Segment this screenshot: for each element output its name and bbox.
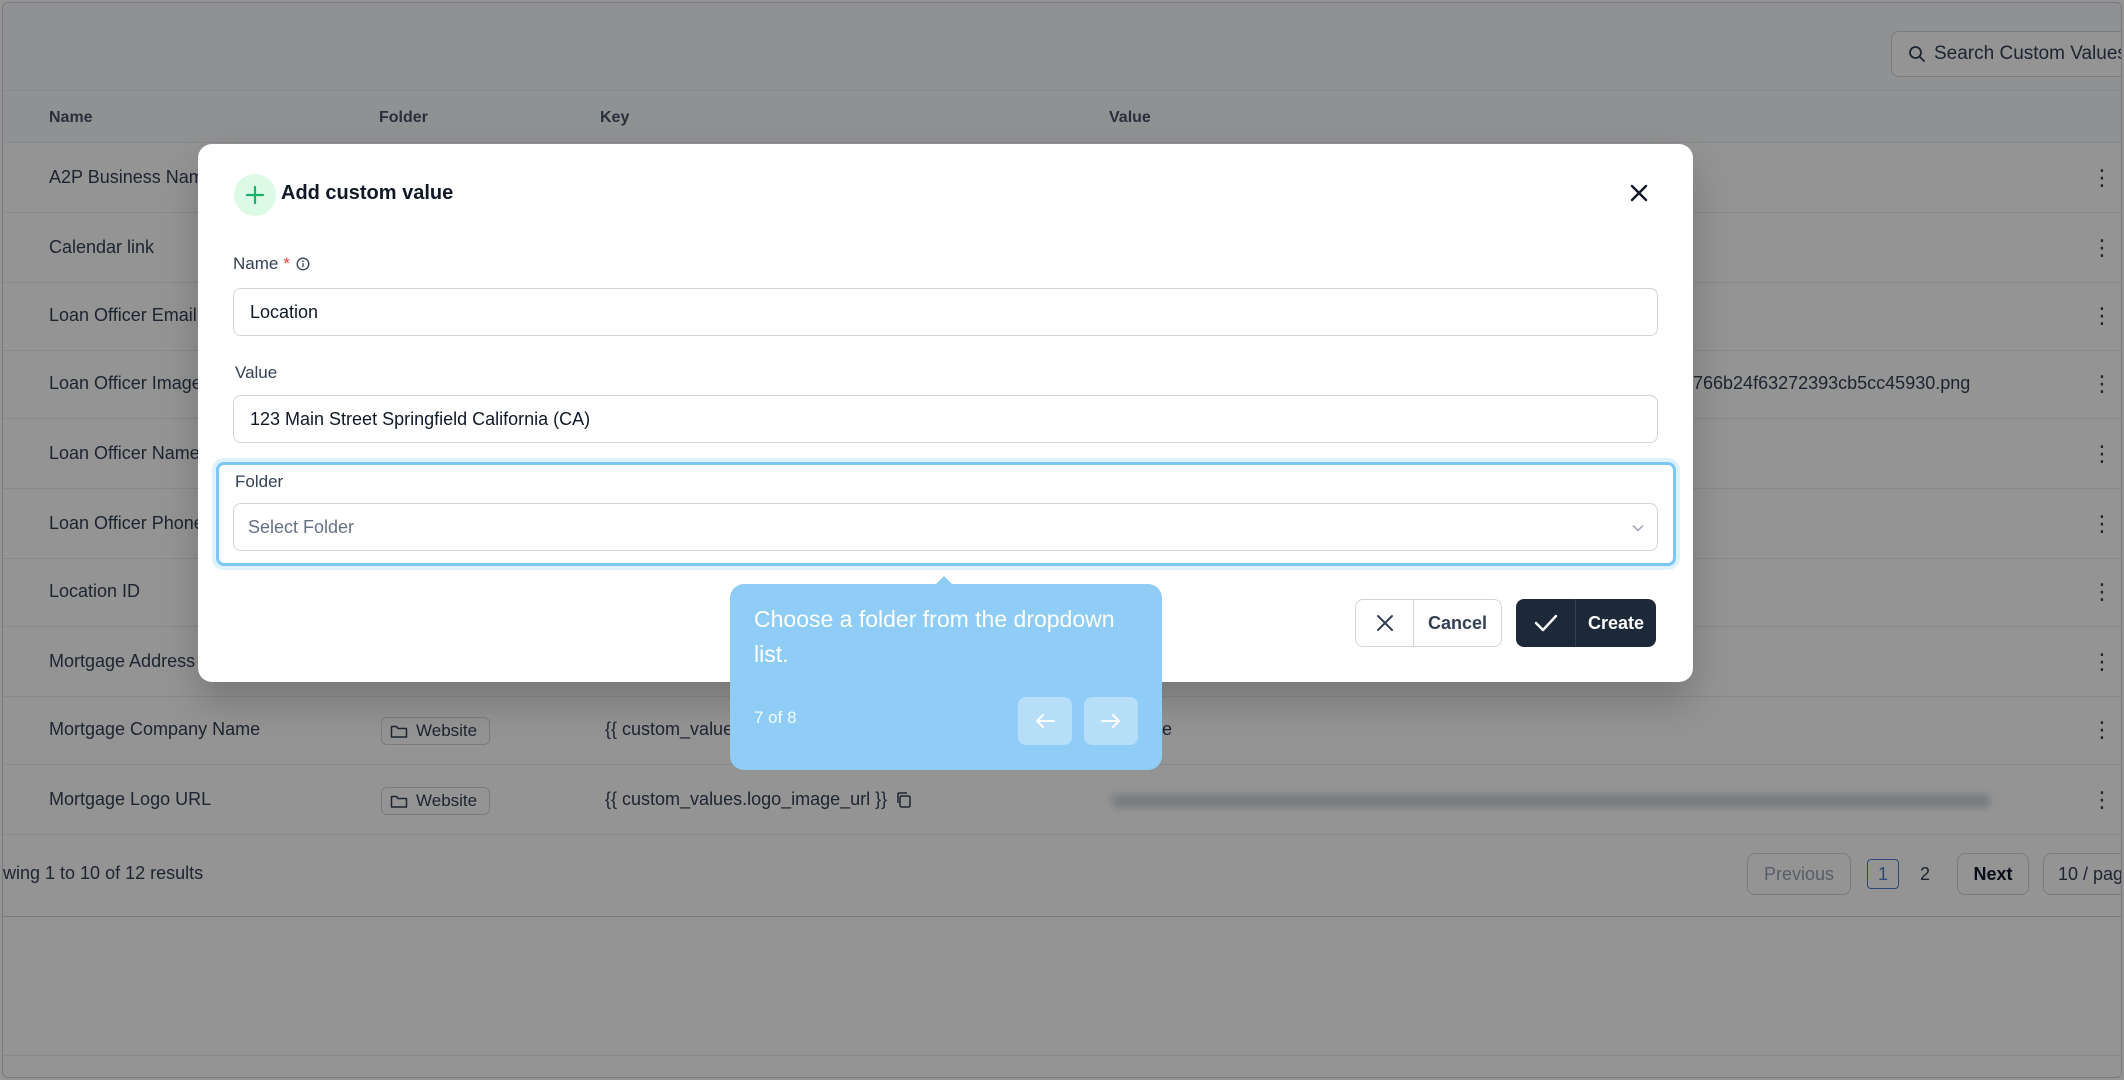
tour-step-counter: 7 of 8 bbox=[754, 708, 797, 727]
value-field-label: Value bbox=[235, 363, 278, 382]
create-button-label: Create bbox=[1587, 612, 1645, 633]
close-icon bbox=[1356, 600, 1414, 646]
tour-previous-button[interactable] bbox=[1018, 697, 1072, 745]
modal-title: Add custom value bbox=[281, 182, 454, 204]
name-input[interactable]: Location bbox=[233, 288, 1658, 336]
info-icon[interactable] bbox=[296, 257, 310, 271]
arrow-right-icon bbox=[1101, 714, 1120, 728]
cancel-button[interactable]: Cancel bbox=[1355, 599, 1502, 647]
required-mark: * bbox=[283, 254, 290, 273]
chevron-down-icon bbox=[1632, 524, 1644, 532]
name-label-text: Name bbox=[233, 254, 279, 273]
name-field-label: Name * bbox=[233, 254, 310, 274]
plus-icon bbox=[234, 174, 276, 216]
tour-tooltip: Choose a folder from the dropdown list. … bbox=[730, 584, 1162, 770]
cancel-button-label: Cancel bbox=[1427, 612, 1488, 633]
arrow-left-icon bbox=[1036, 714, 1055, 728]
tour-next-button[interactable] bbox=[1084, 697, 1138, 745]
close-icon[interactable] bbox=[1624, 178, 1654, 208]
folder-select[interactable]: Select Folder bbox=[233, 503, 1658, 551]
check-icon bbox=[1516, 599, 1576, 647]
create-button[interactable]: Create bbox=[1516, 599, 1656, 647]
tour-tooltip-text: Choose a folder from the dropdown list. bbox=[754, 606, 1115, 667]
value-input[interactable]: 123 Main Street Springfield California (… bbox=[233, 395, 1658, 443]
folder-select-placeholder: Select Folder bbox=[248, 516, 355, 537]
folder-field-label: Folder bbox=[235, 472, 284, 491]
